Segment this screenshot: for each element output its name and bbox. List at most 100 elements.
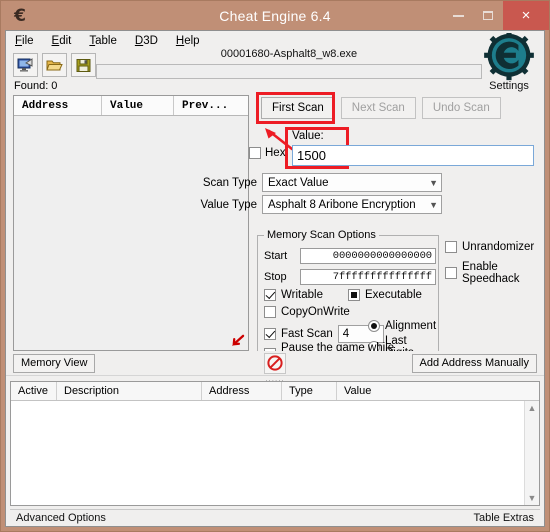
executable-row[interactable]: Executable [348,289,422,301]
cheat-engine-logo-icon: € [14,5,26,26]
scan-results-panel[interactable]: Address Value Prev... [13,95,249,351]
fast-scan-label: Fast Scan [281,328,333,340]
no-entry-stop-icon [267,355,283,371]
alignment-radio-row[interactable]: Alignment [368,320,436,332]
copyonwrite-row[interactable]: CopyOnWrite [264,306,350,318]
column-header-description[interactable]: Description [57,382,202,400]
menu-d3d[interactable]: D3D [135,35,158,47]
column-header-value[interactable]: Value [102,96,174,115]
cheat-table-scrollbar[interactable]: ▲ ▼ [524,401,539,505]
first-scan-button[interactable]: First Scan [261,97,335,119]
hex-checkbox-row[interactable]: Hex [249,147,285,159]
close-button[interactable]: × [503,1,549,30]
title-bar: € Cheat Engine 6.4 × [1,1,549,30]
value-type-row: Value Type Asphalt 8 Aribone Encryption … [199,195,442,214]
scan-type-value: Exact Value [268,176,329,189]
memory-scan-options-group: Memory Scan Options Start 00000000000000… [257,229,439,366]
cheat-table-header: Active Description Address Type Value [11,382,539,401]
maximize-button[interactable] [473,1,503,30]
table-extras-button[interactable]: Table Extras [473,512,534,524]
column-header-type[interactable]: Type [282,382,337,400]
hex-label: Hex [265,147,286,159]
advanced-options-button[interactable]: Advanced Options [16,512,106,524]
scan-value-input[interactable]: 1500 [292,145,534,166]
main-split: Address Value Prev... First Scan Next Sc… [6,92,544,366]
toolbar: 00001680-Asphalt8_w8.exe [6,48,544,80]
column-header-previous[interactable]: Prev... [174,96,248,115]
scan-type-label: Scan Type [202,176,257,189]
open-folder-icon [46,60,63,70]
status-bar: Advanced Options Table Extras [10,509,540,526]
settings-logo-area[interactable]: Settings [480,33,538,92]
column-header-table-value[interactable]: Value [337,382,539,400]
executable-label: Executable [365,289,422,301]
value-type-select[interactable]: Asphalt 8 Aribone Encryption ▼ [262,195,442,214]
stop-scan-button[interactable] [264,352,286,374]
start-label: Start [264,250,288,262]
window-controls: × [443,1,549,30]
start-address-row: Start 0000000000000000 [264,248,436,264]
memory-scan-options-title: Memory Scan Options [264,229,379,241]
chevron-down-icon-2: ▼ [429,199,438,210]
start-address-input[interactable]: 0000000000000000 [300,248,436,264]
memory-view-button[interactable]: Memory View [13,353,96,373]
scan-button-group: First Scan Next Scan Undo Scan [261,97,501,119]
open-process-button[interactable] [13,53,38,77]
settings-label[interactable]: Settings [480,80,538,92]
splitter-grip: ...... [265,373,285,383]
fast-scan-checkbox[interactable] [264,328,276,340]
column-header-address[interactable]: Address [14,96,102,115]
save-file-button[interactable] [71,53,96,77]
cheat-engine-window: € Cheat Engine 6.4 × File Edit Table D3D… [0,0,550,532]
speedhack-checkbox[interactable] [445,267,457,279]
menu-help-rest: elp [184,34,200,47]
cheat-table-rows[interactable] [11,401,524,505]
cheat-table: Active Description Address Type Value ▲ … [10,381,540,506]
chevron-down-icon-scroll[interactable]: ▼ [528,491,537,505]
menu-d3d-rest: 3D [143,34,158,47]
menu-table[interactable]: Table [89,35,117,47]
side-options-group: Unrandomizer Enable Speedhack [445,241,544,293]
writable-checkbox[interactable] [264,289,276,301]
chevron-up-icon[interactable]: ▲ [528,401,537,415]
fast-scan-row[interactable]: Fast Scan 4 [264,325,384,343]
executable-checkbox[interactable] [348,289,360,301]
unrandomizer-checkbox[interactable] [445,241,457,253]
hex-checkbox[interactable] [249,147,261,159]
alignment-radio[interactable] [368,320,380,332]
monitor-process-icon [17,58,33,72]
menu-help[interactable]: Help [176,35,200,47]
stop-address-row: Stop 7fffffffffffffff [264,269,436,285]
copyonwrite-label: CopyOnWrite [281,306,350,318]
column-header-table-address[interactable]: Address [202,382,282,400]
minimize-button[interactable] [443,1,473,30]
unrandomizer-row[interactable]: Unrandomizer [445,241,544,253]
stop-address-input[interactable]: 7fffffffffffffff [300,269,436,285]
scan-type-select[interactable]: Exact Value ▼ [262,173,442,192]
scan-results-list[interactable] [14,116,248,350]
cheat-table-body[interactable]: ▲ ▼ [11,401,539,505]
value-label: Value: [292,130,324,142]
open-file-button[interactable] [42,53,67,77]
writable-row[interactable]: Writable [264,289,323,301]
stop-label: Stop [264,271,287,283]
copyonwrite-checkbox[interactable] [264,306,276,318]
speedhack-row[interactable]: Enable Speedhack [445,261,544,285]
menu-edit[interactable]: Edit [52,35,72,47]
alignment-label: Alignment [385,320,437,332]
menu-table-rest: able [95,34,117,47]
floppy-save-icon [76,58,90,72]
next-scan-button[interactable]: Next Scan [340,97,416,119]
middle-toolbar: Memory View Add Address Manually [6,351,544,375]
add-address-manually-button[interactable]: Add Address Manually [411,353,537,373]
client-area: File Edit Table D3D Help 00001680-Asphal… [5,30,545,527]
red-arrow-down-icon[interactable] [230,334,245,348]
menu-file[interactable]: File [15,35,34,47]
undo-scan-button[interactable]: Undo Scan [421,97,501,119]
speedhack-label: Enable Speedhack [462,261,520,285]
scan-progress-bar [96,64,482,79]
column-header-active[interactable]: Active [11,382,57,400]
writable-label: Writable [281,289,323,301]
found-count: Found: 0 [14,80,58,92]
scan-type-row: Scan Type Exact Value ▼ [199,173,442,192]
